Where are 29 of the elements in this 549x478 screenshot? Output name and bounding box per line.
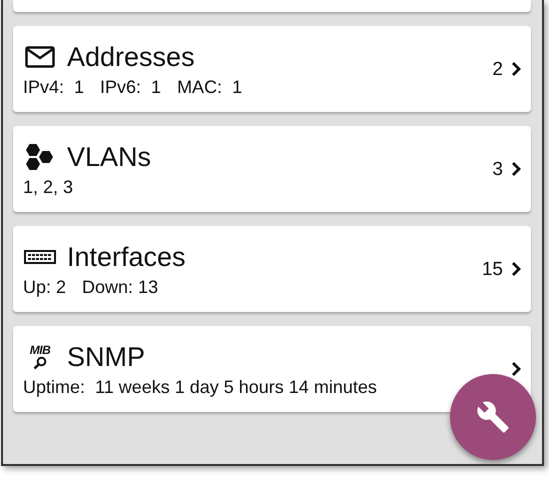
card-title: VLANs — [67, 140, 152, 172]
count-label: 15 — [482, 259, 503, 281]
card-detail: Up: 2 — [23, 276, 66, 298]
count-label: 2 — [492, 59, 503, 81]
chevron-icon — [511, 61, 521, 77]
summary-card[interactable]: Addresses IPv4: 1 IPv6: 1 MAC: 1 2 — [13, 26, 531, 112]
card-detail: Uptime: 11 weeks 1 day 5 hours 14 minutes — [23, 376, 377, 398]
wrench-icon — [476, 400, 510, 434]
chevron-icon — [511, 161, 521, 177]
tools-button[interactable] — [450, 374, 536, 460]
envelope-icon — [25, 46, 55, 68]
card-detail: IPv6: 1 — [100, 76, 162, 98]
card-title: SNMP — [67, 340, 146, 372]
mib-label: MIB — [30, 344, 50, 356]
card-detail: MAC: 1 — [177, 76, 242, 98]
card-title: Interfaces — [67, 240, 186, 272]
count-label: 3 — [492, 159, 503, 181]
magnifier-icon — [33, 356, 47, 370]
chevron-icon — [511, 261, 521, 277]
network-switch-icon — [24, 250, 56, 264]
chevron-icon — [511, 361, 521, 377]
card-detail: Down: 13 — [82, 276, 158, 298]
summary-card[interactable]: VLANs 1, 2, 3 3 — [13, 126, 531, 212]
hexagons-icon — [25, 142, 55, 170]
card-title: Addresses — [67, 40, 195, 72]
summary-card[interactable]: MIB SNMP Uptime: 11 weeks 1 day 5 hours 14 minutes — [13, 326, 531, 412]
card-detail: 1, 2, 3 — [23, 176, 74, 198]
card-detail: IPv4: 1 — [23, 76, 84, 98]
summary-card[interactable]: Interfaces Up: 2 Down: 13 15 — [13, 226, 531, 312]
